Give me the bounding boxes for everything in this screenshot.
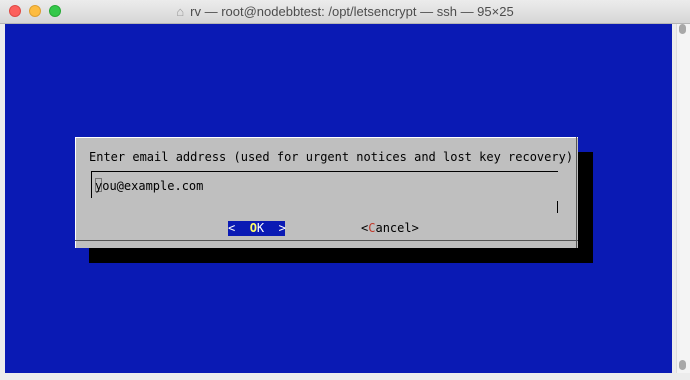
terminal-window: ⌂ rv — root@nodebbtest: /opt/letsencrypt …	[0, 0, 690, 380]
ok-button[interactable]: < OK >	[228, 221, 286, 236]
input-border	[91, 171, 558, 172]
dialog-border	[576, 137, 577, 248]
house-icon: ⌂	[176, 4, 185, 19]
window-title: ⌂ rv — root@nodebbtest: /opt/letsencrypt …	[176, 4, 514, 19]
input-border	[557, 201, 558, 213]
email-input[interactable]: you@example.com	[95, 179, 203, 193]
cancel-button[interactable]: <Cancel>	[361, 221, 419, 236]
scroll-thumb[interactable]	[679, 24, 686, 34]
scroll-thumb-bottom[interactable]	[679, 360, 686, 370]
dialog-border	[75, 240, 578, 241]
dialog-prompt: Enter email address (used for urgent not…	[89, 150, 574, 164]
input-border	[91, 171, 92, 198]
dialog-border	[75, 137, 578, 138]
dialog-border	[75, 137, 76, 248]
scrollbar[interactable]	[676, 24, 690, 373]
email-dialog: Enter email address (used for urgent not…	[75, 137, 578, 248]
title-bar[interactable]: ⌂ rv — root@nodebbtest: /opt/letsencrypt …	[0, 0, 690, 24]
